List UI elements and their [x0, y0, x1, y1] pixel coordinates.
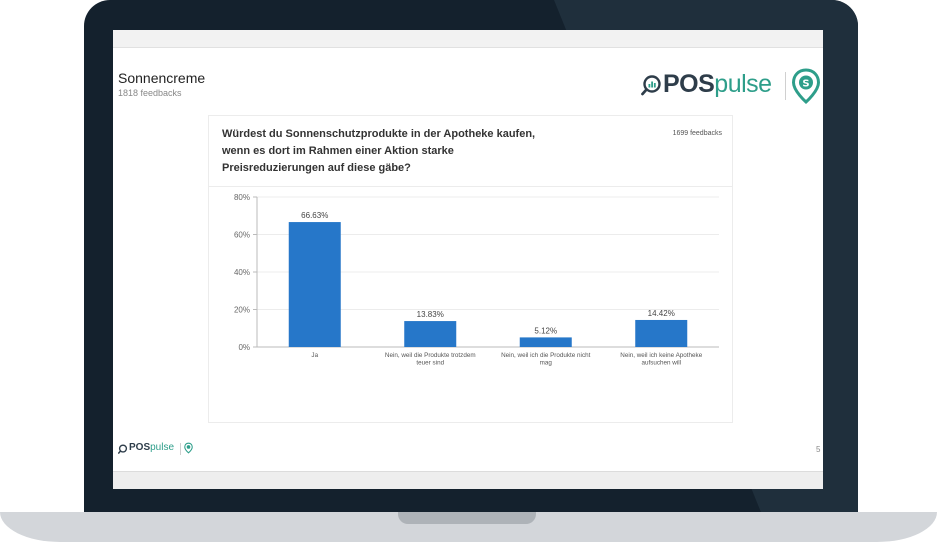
bar: [288, 222, 341, 347]
screen: Sonnencreme 1818 feedbacks POSpulse S Wü…: [113, 30, 823, 489]
bar: [635, 319, 688, 347]
logo-divider: [785, 72, 786, 100]
y-tick-label: 80%: [234, 193, 250, 202]
bar: [404, 321, 457, 347]
question-card: Würdest du Sonnenschutzprodukte in der A…: [208, 115, 733, 423]
data-label: 14.42%: [648, 309, 675, 318]
data-label: 13.83%: [417, 310, 444, 319]
location-pin-icon: S: [791, 68, 821, 104]
footer-logo: POSpulse: [118, 440, 198, 456]
x-tick-label: Nein, weil die Produkte trotzdem teuer si…: [385, 352, 476, 367]
y-tick-label: 60%: [234, 231, 250, 240]
svg-text:S: S: [802, 79, 809, 90]
bar: [519, 337, 572, 347]
card-header: Würdest du Sonnenschutzprodukte in der A…: [209, 116, 732, 187]
question-text: Würdest du Sonnenschutzprodukte in der A…: [222, 128, 536, 174]
x-tick-label: Ja: [311, 352, 318, 359]
page-subtitle: 1818 feedbacks: [118, 88, 182, 98]
screen-top-bar: [113, 30, 823, 48]
location-pin-icon: [184, 442, 193, 454]
footer-logo-text: POSpulse: [129, 442, 175, 453]
magnifier-chart-icon: [118, 444, 128, 454]
bar-chart: 0% 20% 40% 60% 80% 66.63% Ja 13.83% Nein, weil d…: [234, 193, 719, 367]
page-title: Sonnencreme: [118, 70, 206, 86]
y-tick-label: 0%: [238, 343, 250, 352]
laptop-notch: [398, 512, 536, 524]
page-number: 5: [816, 445, 821, 454]
y-tick-label: 40%: [234, 268, 250, 277]
footer-logo-divider: [180, 443, 181, 455]
data-label: 66.63%: [301, 211, 328, 220]
x-tick-label: Nein, weil ich die Produkte nicht mag: [501, 352, 591, 367]
magnifier-chart-icon: [641, 75, 661, 96]
pospulse-logo: POSpulse S: [633, 68, 823, 104]
y-tick-label: 20%: [234, 306, 250, 315]
data-label: 5.12%: [534, 326, 557, 335]
feedback-count: 1699 feedbacks: [672, 130, 722, 137]
screen-bottom-bar: [113, 471, 823, 489]
logo-text: POSpulse: [663, 70, 772, 98]
x-tick-label: Nein, weil ich keine Apotheke aufsuchen w…: [620, 352, 702, 367]
